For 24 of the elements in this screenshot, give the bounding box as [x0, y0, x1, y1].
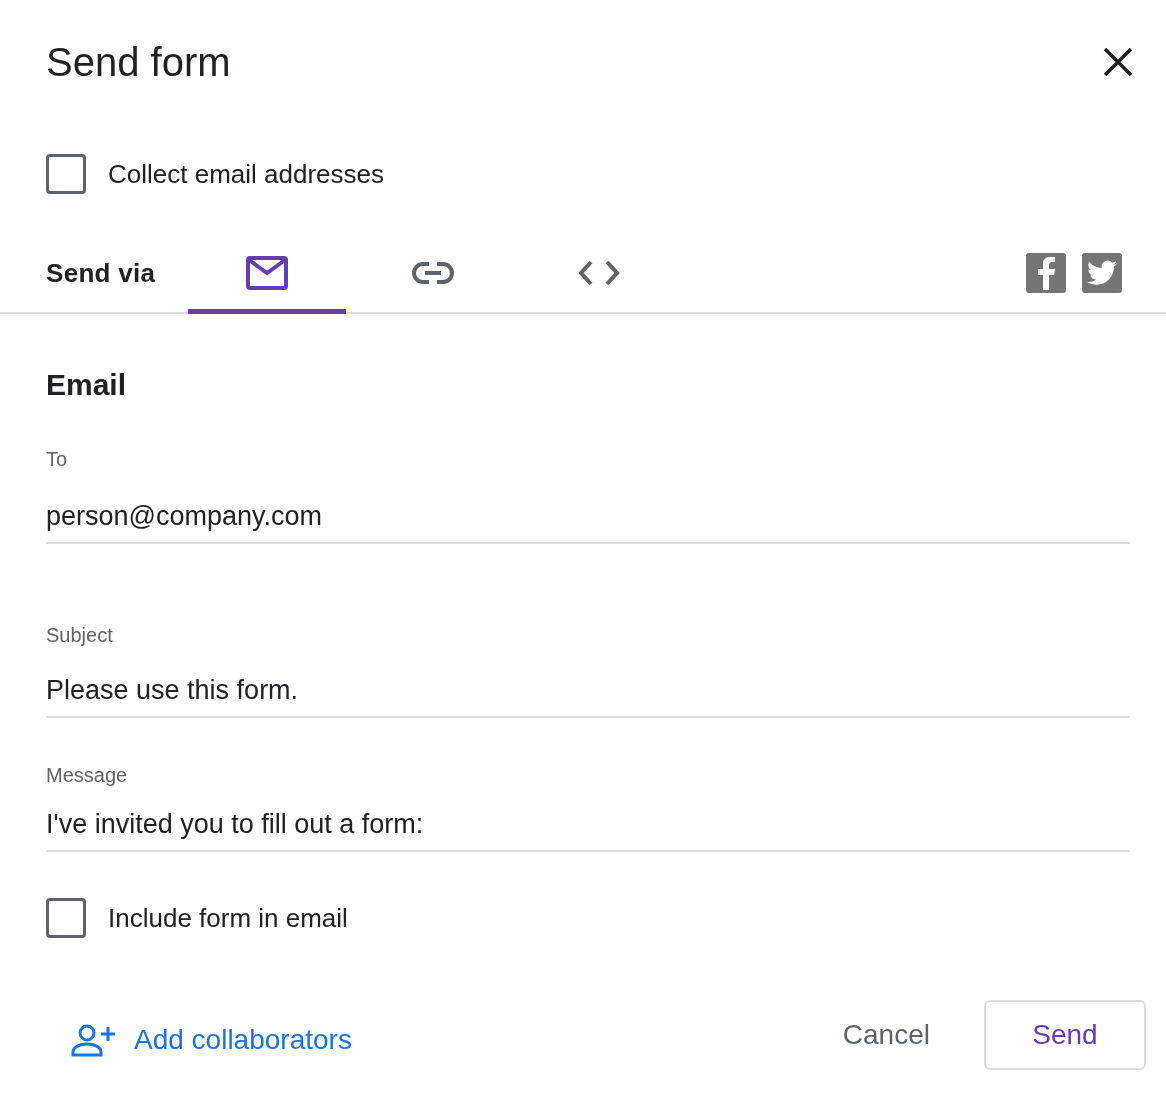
add-collaborators-button[interactable]: Add collaborators: [70, 1023, 352, 1057]
bird-icon: [1087, 260, 1117, 286]
field-label: Message: [46, 764, 129, 787]
section-heading: Email: [46, 368, 128, 402]
input-field[interactable]: person@company.com: [46, 501, 1130, 544]
mail-icon: [246, 256, 288, 290]
input-field[interactable]: Please use this form.: [46, 675, 1130, 718]
link-icon: [412, 261, 454, 285]
input-field[interactable]: I've invited you to fill out a form:: [46, 809, 1130, 852]
checkbox-label: Collect email addresses: [108, 158, 384, 190]
field-label: To: [46, 448, 69, 471]
facebook-icon: [1035, 256, 1057, 290]
facebook-button[interactable]: [1026, 253, 1066, 293]
checkbox[interactable]: [46, 154, 86, 194]
add-person-icon: [70, 1023, 118, 1057]
send-via-label: Send via: [46, 257, 157, 289]
cancel-button[interactable]: Cancel: [836, 1018, 936, 1052]
checkbox[interactable]: [46, 898, 86, 938]
twitter-button[interactable]: [1082, 253, 1122, 293]
checkbox-label: Include form in email: [108, 902, 348, 934]
code-icon: [578, 259, 620, 287]
field-label: Subject: [46, 624, 114, 647]
dialog-title: Send form: [46, 39, 231, 85]
send-button[interactable]: Send: [984, 1000, 1146, 1070]
